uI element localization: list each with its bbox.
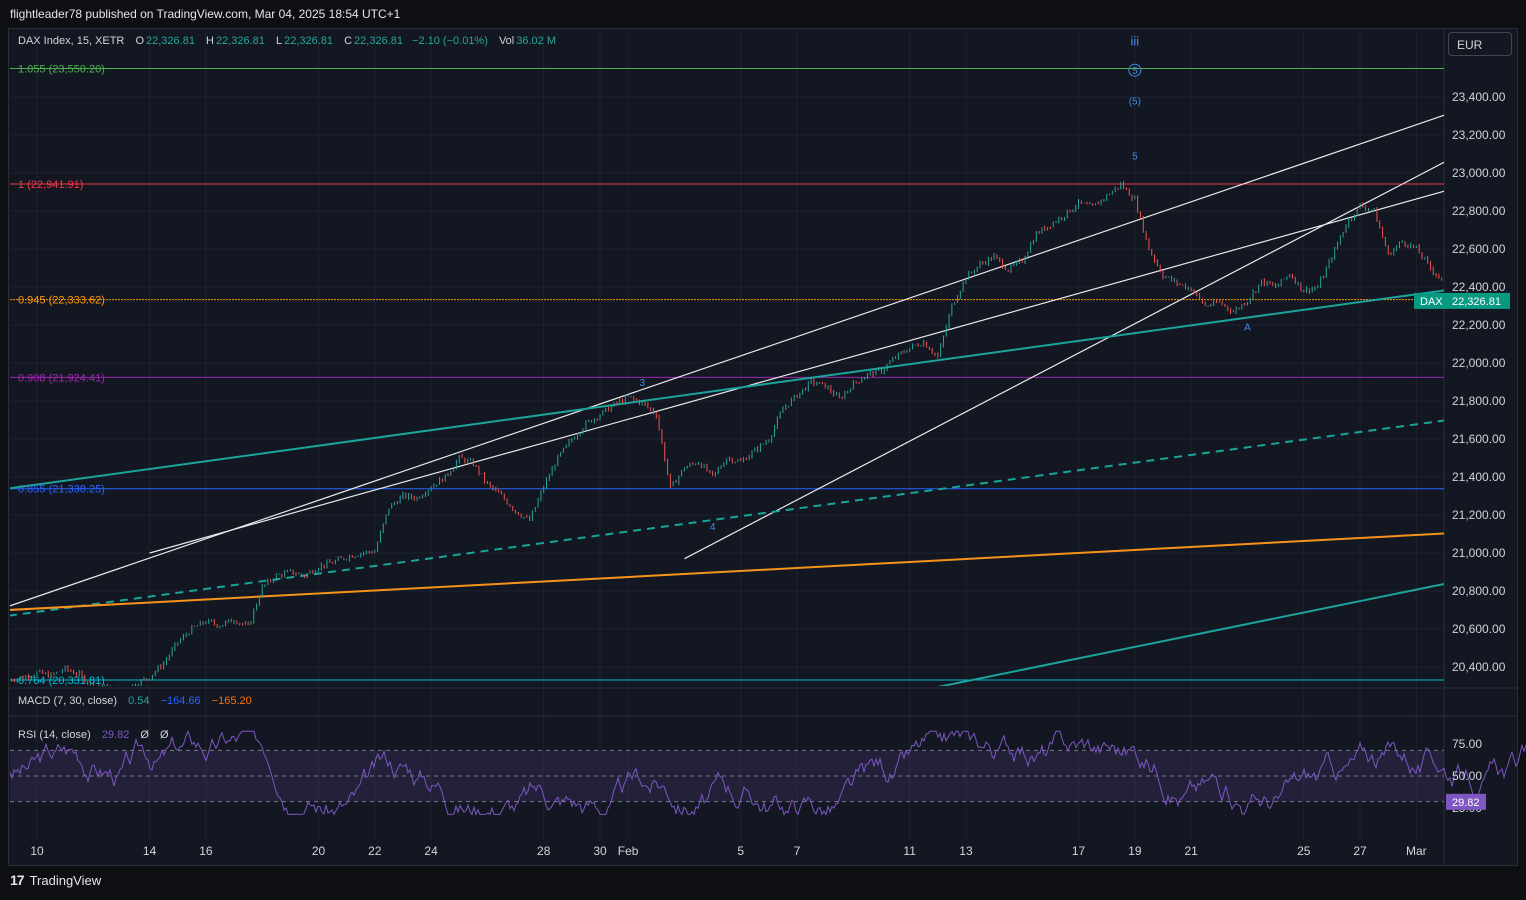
time-tick: 24: [424, 844, 438, 858]
price-series: [11, 181, 1443, 686]
rsi-extra-1: Ø: [140, 729, 149, 741]
time-tick: 7: [794, 844, 801, 858]
fib-label: 0.908 (21,924.41): [18, 372, 105, 384]
white-line-1: [10, 114, 1444, 607]
time-tick: 20: [312, 844, 326, 858]
close-label: C: [344, 35, 353, 47]
low-value: 22,326.81: [284, 35, 334, 47]
fib-label: 1 (22,941.91): [18, 179, 83, 191]
wave-label: 3: [639, 378, 645, 389]
change-value: −2.10 (−0.01%): [412, 35, 488, 47]
time-tick: 27: [1353, 844, 1367, 858]
price-tick: 22,200.00: [1452, 318, 1506, 332]
rsi-value: 29.82: [101, 729, 130, 741]
time-tick: 14: [143, 844, 157, 858]
time-tick: Mar: [1406, 844, 1427, 858]
grid: [10, 30, 1444, 840]
price-tick: 21,800.00: [1452, 394, 1506, 408]
time-tick: 22: [368, 844, 382, 858]
rsi-tick: 50.00: [1452, 769, 1482, 783]
chart-canvas[interactable]: 1.055 (23,550.20) 1 (22,941.91) 0.945 (22,…: [0, 0, 1526, 900]
time-tick: 13: [959, 844, 973, 858]
price-tick: 21,600.00: [1452, 432, 1506, 446]
open-label: O: [135, 35, 145, 47]
rsi-pane: 75.0050.0025.0029.82: [9, 729, 1526, 816]
brand-name: TradingView: [29, 872, 102, 888]
price-tick: 22,600.00: [1452, 242, 1506, 256]
wave-label: iii: [1131, 34, 1140, 49]
time-tick: 25: [1297, 844, 1311, 858]
wave-label: 5: [1132, 152, 1138, 163]
wave-label: 4: [710, 522, 716, 533]
price-tick: 23,200.00: [1452, 128, 1506, 142]
time-tick: 11: [903, 844, 916, 858]
price-tick: 20,600.00: [1452, 622, 1506, 636]
fib-label: 0.945 (22,333.62): [18, 295, 105, 307]
time-tick: 19: [1128, 844, 1142, 858]
wave-label: A: [1244, 323, 1251, 334]
time-tick: 21: [1184, 844, 1198, 858]
currency-button[interactable]: EUR: [1448, 32, 1512, 56]
time-tick: Feb: [618, 844, 639, 858]
price-tick: 21,000.00: [1452, 546, 1506, 560]
rsi-label: RSI (14, close): [18, 729, 91, 741]
price-tick: 23,400.00: [1452, 90, 1506, 104]
pane-separators: [8, 30, 1518, 866]
symbol-label: DAX Index, 15, XETR: [18, 35, 125, 47]
time-tick: 5: [737, 844, 744, 858]
fib-label: 1.055 (23,550.20): [18, 63, 105, 75]
price-tick: 20,800.00: [1452, 584, 1506, 598]
macd-legend[interactable]: MACD (7, 30, close) 0.54 −164.66 −165.20: [18, 695, 254, 707]
open-value: 22,326.81: [146, 35, 195, 47]
teal-dashed-line: [10, 419, 1444, 617]
orange-line: [10, 532, 1444, 611]
close-value: 22,326.81: [354, 35, 403, 47]
macd-label: MACD (7, 30, close): [18, 695, 118, 707]
price-badge-symbol-text: DAX: [1420, 296, 1443, 308]
price-badge-value-text: 22,326.81: [1452, 296, 1501, 308]
volume-label: Vol: [498, 35, 515, 47]
wave-labels: iii5(5)534ABC: [639, 34, 1251, 534]
high-label: H: [206, 35, 214, 47]
white-line-3: [684, 161, 1444, 560]
rsi-legend[interactable]: RSI (14, close) 29.82 Ø Ø: [18, 729, 171, 741]
low-label: L: [275, 35, 283, 47]
ohlc-legend: DAX Index, 15, XETR O 22,326.81 H 22,326.8…: [18, 35, 558, 47]
wave-label: (5): [1129, 97, 1141, 108]
price-tick: 22,800.00: [1452, 204, 1506, 218]
time-axis: 1014162022242830Feb5711131719212527Mar57…: [30, 844, 1526, 858]
time-tick: 28: [537, 844, 551, 858]
rsi-extra-2: Ø: [160, 729, 169, 741]
teal-line-2: [937, 582, 1444, 686]
rsi-badge-text: 29.82: [1452, 797, 1480, 809]
fib-levels: 1.055 (23,550.20) 1 (22,941.91) 0.945 (22,…: [10, 63, 1444, 687]
price-tick: 21,200.00: [1452, 508, 1506, 522]
time-tick: 17: [1072, 844, 1086, 858]
rsi-tick: 75.00: [1452, 737, 1482, 751]
wave-label: 5: [1132, 66, 1138, 77]
price-tick: 21,400.00: [1452, 470, 1506, 484]
tradingview-logo-icon: 17: [10, 872, 25, 888]
time-tick: 16: [199, 844, 213, 858]
high-value: 22,326.81: [215, 35, 265, 47]
price-tick: 22,000.00: [1452, 356, 1506, 370]
macd-value: 0.54: [128, 695, 150, 707]
time-tick: 10: [30, 844, 44, 858]
price-tick: 20,400.00: [1452, 660, 1506, 674]
macd-signal-value: −164.66: [160, 695, 201, 707]
time-tick: 30: [593, 844, 607, 858]
footer[interactable]: 17 TradingView: [10, 872, 101, 888]
price-tick: 23,000.00: [1452, 166, 1506, 180]
teal-line-1: [10, 289, 1444, 490]
macd-histogram-value: −165.20: [211, 695, 252, 707]
volume-value: 36.02 M: [516, 35, 556, 47]
price-tick: 22,400.00: [1452, 280, 1506, 294]
